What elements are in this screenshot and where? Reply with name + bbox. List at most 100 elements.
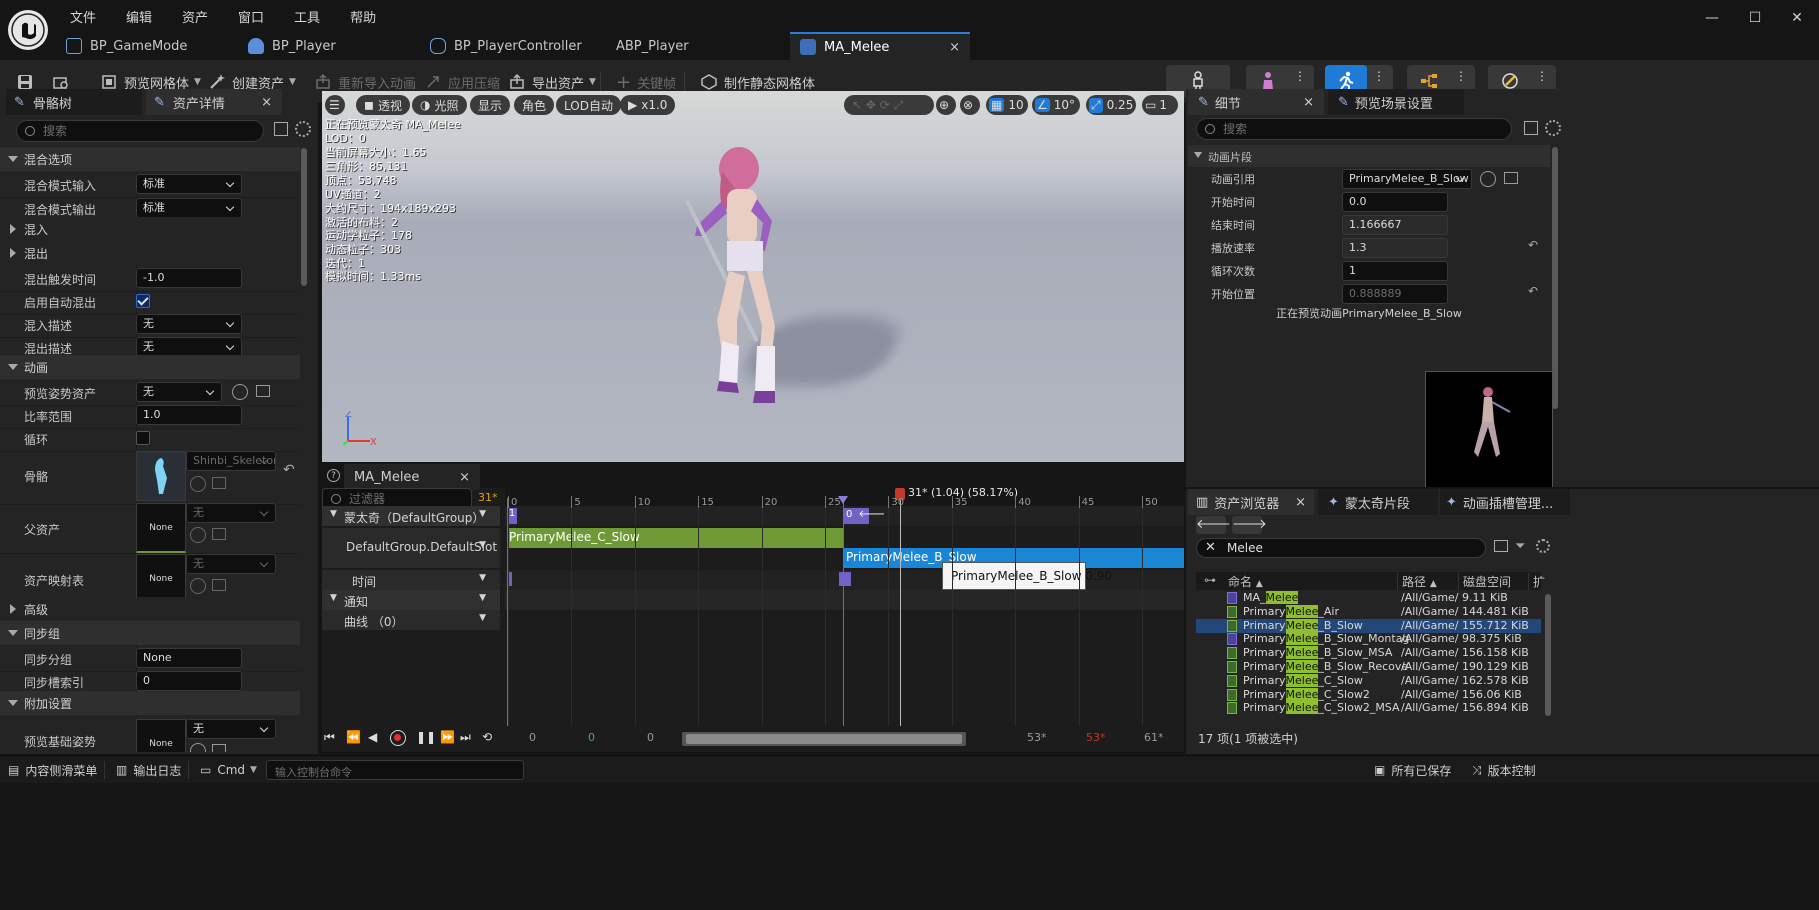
asset-list-item[interactable]: PrimaryMelee_C_Slow2_MSA/All/Game/156.89… [1196, 701, 1541, 715]
step-back-icon[interactable]: ⏪ [346, 730, 361, 744]
use-selected-icon[interactable] [190, 743, 206, 752]
character-button[interactable]: 角色 [514, 95, 555, 115]
sync-slot-index-field[interactable]: 0 [136, 671, 242, 691]
section-sync-group[interactable]: 同步组 [0, 621, 300, 645]
doc-tab-abp-player[interactable]: ABP_Player [612, 32, 782, 60]
range-end-value[interactable]: 61* [1144, 731, 1164, 744]
loop-count-field[interactable]: 1 [1342, 261, 1448, 281]
section-animation[interactable]: 动画 [0, 355, 300, 379]
browse-folder-icon[interactable] [212, 744, 226, 752]
working-end-value[interactable]: 53* [1086, 731, 1106, 744]
start-position-field[interactable]: 0.888889 [1342, 284, 1448, 304]
time-marker[interactable] [839, 572, 851, 586]
asset-list-item[interactable]: PrimaryMelee_C_Slow/All/Game/162.578 KiB [1196, 673, 1541, 688]
collapse-icon[interactable]: ▼ [330, 593, 337, 603]
asset-list-item[interactable]: PrimaryMelee_B_Slow_MSA/All/Game/156.158… [1196, 646, 1541, 660]
chevron-down-icon[interactable]: ▼ [479, 613, 486, 623]
left-scrollbar[interactable] [301, 148, 307, 286]
jump-to-end-icon[interactable]: ⏭ [460, 730, 471, 745]
menu-asset[interactable]: 资产 [182, 7, 208, 26]
cmd-dropdown[interactable]: ▭ Cmd ▼ [200, 760, 257, 780]
asset-list-item[interactable]: PrimaryMelee_B_Slow_Recove/All/Game/190.… [1196, 660, 1541, 674]
reset-arrow-icon[interactable]: ↶ [1528, 238, 1538, 252]
browse-folder-icon[interactable] [212, 477, 226, 489]
menu-window[interactable]: 窗口 [238, 7, 264, 26]
output-log-button[interactable]: ▥ 输出日志 [116, 760, 181, 780]
lighting-button[interactable]: ◑ 光照 [412, 95, 467, 115]
section-advanced[interactable]: 高级 [0, 597, 300, 621]
parent-asset-thumbnail[interactable]: None [136, 503, 186, 553]
back-arrow-icon[interactable]: 🡐 [1196, 516, 1231, 534]
chevron-down-icon[interactable]: ▼ [479, 593, 486, 603]
view-start-value[interactable]: 0 [647, 731, 654, 744]
show-button[interactable]: 显示 [470, 95, 511, 115]
browse-folder-icon[interactable] [1504, 172, 1518, 184]
console-input[interactable]: 输入控制台命令 [266, 760, 524, 780]
gear-icon[interactable] [1536, 539, 1550, 553]
skeleton-dropdown[interactable]: Shinbi_Skeleton [186, 451, 276, 471]
column-path[interactable]: 路径 ▲ [1397, 573, 1437, 590]
asset-list-item[interactable]: PrimaryMelee_C_Slow2/All/Game/156.06 KiB [1196, 687, 1541, 702]
track-curves[interactable]: 曲线 （0） ▼ [322, 610, 500, 630]
asset-list-item[interactable]: PrimaryMelee_Air/All/Game/144.481 KiB [1196, 604, 1541, 619]
anim-reference-dropdown[interactable]: PrimaryMelee_B_Slow [1342, 169, 1472, 189]
section-blend-in[interactable]: 混入 [0, 217, 300, 241]
use-selected-icon[interactable] [232, 384, 248, 400]
range-start-value[interactable]: 0 [529, 731, 536, 744]
doc-tab-bp-gamemode[interactable]: BP_GameMode [66, 32, 236, 60]
menu-help[interactable]: 帮助 [350, 7, 376, 26]
maximize-icon[interactable]: ☐ [1740, 10, 1770, 30]
column-disk-size[interactable]: 磁盘空间 [1458, 573, 1511, 590]
track-montage[interactable]: ▼ 蒙太奇（DefaultGroup） ▼ [322, 506, 500, 526]
tab-preview-scene-settings[interactable]: ✎ 预览场景设置 [1328, 89, 1464, 115]
tab-skeleton-tree[interactable]: ✎ 骨骼树 [6, 89, 142, 115]
more-options-icon[interactable]: ⋮ [1536, 69, 1548, 83]
source-control-button[interactable]: ⤨ 版本控制 [1472, 760, 1536, 780]
blend-out-trigger-field[interactable]: -1.0 [136, 268, 242, 288]
use-selected-icon[interactable] [190, 527, 206, 543]
save-search-icon[interactable] [1494, 540, 1508, 552]
preview-base-pose-thumbnail[interactable]: None [136, 719, 186, 752]
step-forward-icon[interactable]: ⏩ [440, 730, 455, 744]
end-time-field[interactable]: 1.166667 [1342, 215, 1448, 235]
section-blend-options[interactable]: 混合选项 [0, 147, 300, 171]
close-tab-icon[interactable]: × [459, 470, 470, 485]
jump-to-start-icon[interactable]: ⏮ [324, 730, 335, 745]
more-options-icon[interactable]: ⋮ [1373, 69, 1385, 83]
local-space-button[interactable]: ⊕ [936, 95, 956, 115]
section-additive[interactable]: 附加设置 [0, 691, 300, 715]
viewport-menu-button[interactable]: ☰ [325, 95, 345, 115]
working-start-value[interactable]: 0 [588, 731, 595, 744]
reset-arrow-icon[interactable]: ↶ [283, 462, 295, 478]
track-time[interactable]: 时间 ▼ [322, 570, 500, 590]
unreal-logo-icon[interactable] [8, 10, 48, 50]
skeleton-thumbnail[interactable] [136, 451, 186, 501]
use-selected-icon[interactable] [190, 476, 206, 492]
timeline-tracks-area[interactable]: PrimaryMelee_C_Slow PrimaryMelee_B_Slow … [505, 488, 1184, 728]
section-anim-segment[interactable]: 动画片段 [1188, 145, 1550, 167]
track-notify[interactable]: ▼ 通知 ▼ [322, 590, 500, 610]
transform-tools[interactable]: ↖ ✥ ⟳ ⤢ [844, 95, 934, 115]
play-reverse-icon[interactable]: ◀ [368, 730, 377, 744]
blend-in-desc-dropdown[interactable]: 无 [136, 314, 242, 334]
menu-file[interactable]: 文件 [70, 7, 96, 26]
asset-list-item[interactable]: PrimaryMelee_B_Slow_Montag/All/Game/98.3… [1196, 632, 1541, 646]
search-input[interactable]: 搜索 [16, 120, 264, 142]
sync-group-field[interactable]: None [136, 648, 242, 668]
menu-edit[interactable]: 编辑 [126, 7, 152, 26]
details-scrollbar[interactable] [1552, 147, 1558, 409]
tab-details[interactable]: ✎ 细节 × [1188, 89, 1324, 115]
details-search-input[interactable]: 搜索 [1196, 118, 1512, 140]
table-view-icon[interactable] [1524, 121, 1538, 135]
scale-snap-button[interactable]: ⤢ 0.25 [1086, 95, 1136, 115]
surface-snap-button[interactable]: ⊗ [960, 95, 980, 115]
lod-button[interactable]: LOD自动 [556, 95, 621, 115]
play-rate-field[interactable]: 1.3 [1342, 238, 1448, 258]
column-ext[interactable]: 扩 [1528, 573, 1545, 590]
preview-pose-dropdown[interactable]: 无 [136, 382, 222, 402]
blend-out-desc-dropdown[interactable]: 无 [136, 337, 242, 357]
perspective-button[interactable]: ◼ 透视 [356, 95, 410, 115]
close-tab-icon[interactable]: × [949, 40, 960, 55]
loop-icon[interactable]: ⟲ [482, 730, 492, 744]
doc-tab-bp-player[interactable]: BP_Player [248, 32, 418, 60]
